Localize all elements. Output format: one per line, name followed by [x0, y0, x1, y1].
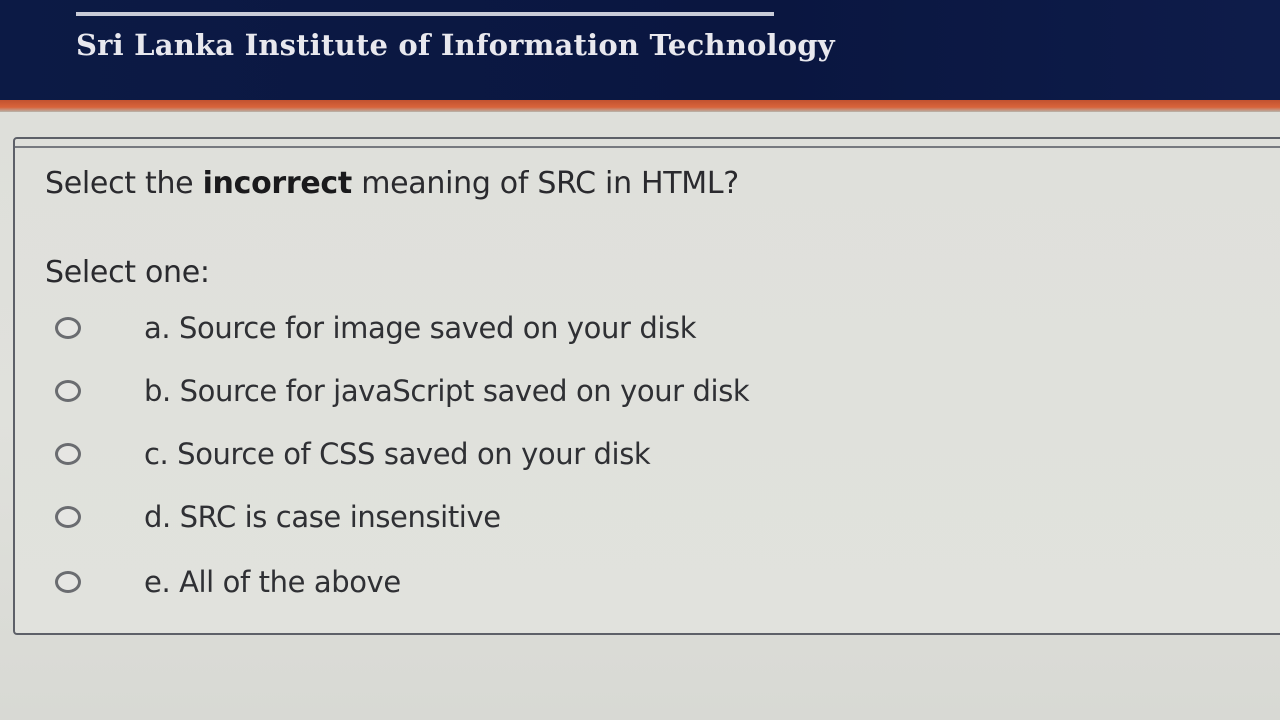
header-rule: [76, 12, 774, 16]
option-e[interactable]: e. All of the above: [55, 557, 401, 607]
option-c[interactable]: c. Source of CSS saved on your disk: [55, 429, 651, 479]
option-a[interactable]: a. Source for image saved on your disk: [55, 303, 697, 353]
option-b[interactable]: b. Source for javaScript saved on your d…: [55, 366, 750, 416]
option-d[interactable]: d. SRC is case insensitive: [55, 492, 501, 542]
radio-button-e[interactable]: [55, 571, 81, 593]
site-header: Sri Lanka Institute of Information Techn…: [0, 0, 1280, 104]
option-label-a[interactable]: a. Source for image saved on your disk: [144, 311, 697, 345]
radio-button-a[interactable]: [55, 317, 81, 339]
option-label-c[interactable]: c. Source of CSS saved on your disk: [144, 437, 651, 471]
question-prefix: Select the: [45, 166, 203, 201]
question-card: Select the incorrect meaning of SRC in H…: [13, 137, 1280, 635]
card-divider: [15, 146, 1280, 148]
question-suffix: meaning of SRC in HTML?: [351, 166, 739, 201]
header-accent-bar: [0, 100, 1280, 112]
option-label-b[interactable]: b. Source for javaScript saved on your d…: [144, 374, 750, 408]
radio-button-c[interactable]: [55, 443, 81, 465]
select-one-label: Select one:: [45, 255, 210, 290]
option-label-e[interactable]: e. All of the above: [144, 565, 401, 599]
option-label-d[interactable]: d. SRC is case insensitive: [144, 500, 501, 534]
site-title: Sri Lanka Institute of Information Techn…: [76, 28, 835, 62]
radio-button-b[interactable]: [55, 380, 81, 402]
radio-button-d[interactable]: [55, 506, 81, 528]
question-emphasis: incorrect: [202, 166, 353, 201]
question-text: Select the incorrect meaning of SRC in H…: [45, 166, 739, 201]
